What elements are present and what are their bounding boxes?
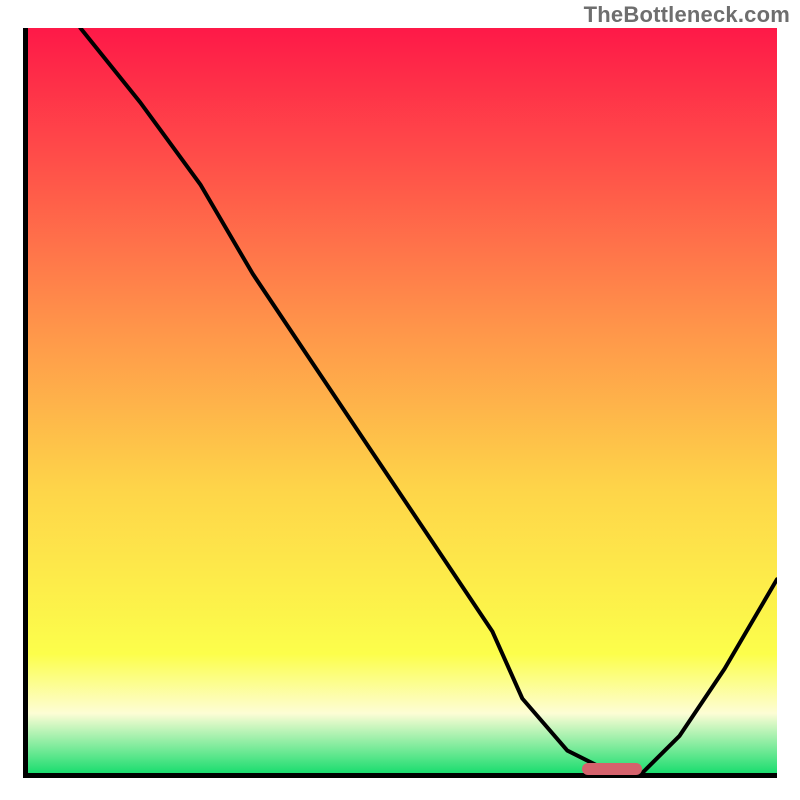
watermark-text: TheBottleneck.com: [584, 2, 790, 28]
gradient-background: [28, 28, 777, 773]
optimal-marker: [582, 763, 642, 775]
chart-plot: [28, 28, 777, 773]
chart-stage: TheBottleneck.com: [0, 0, 800, 800]
